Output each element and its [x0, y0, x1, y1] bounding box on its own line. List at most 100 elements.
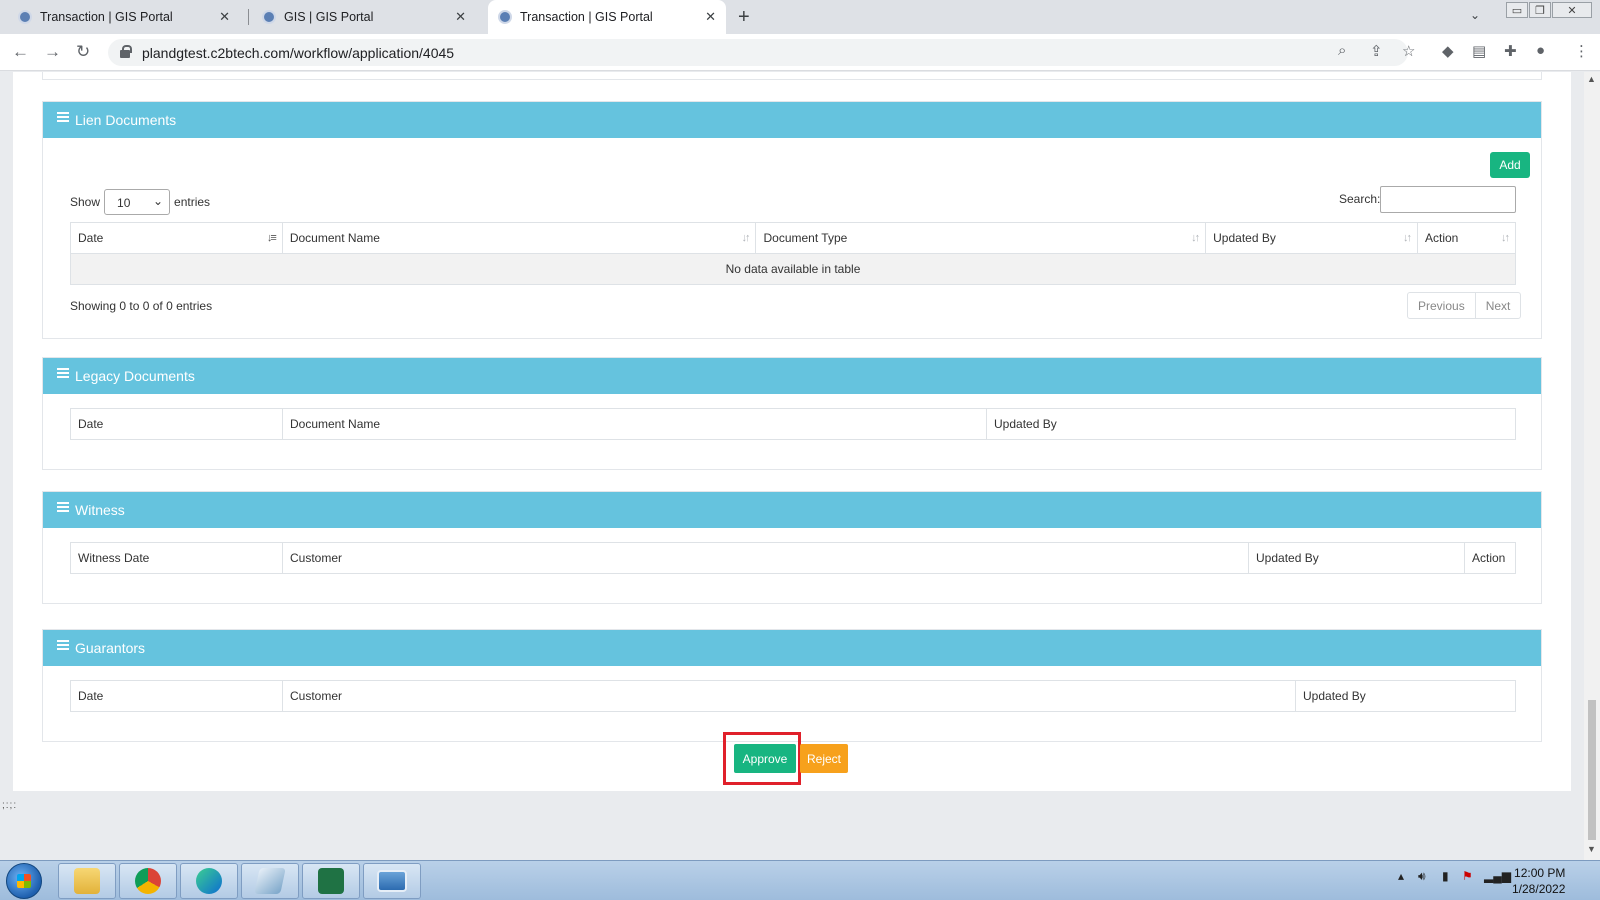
witness-panel: Witness Witness Date Customer Updated By…: [42, 491, 1542, 604]
column-header-updated-by: Updated By: [986, 408, 1516, 440]
new-tab-button[interactable]: +: [738, 6, 750, 29]
scrollbar-thumb[interactable]: [1588, 700, 1596, 840]
sort-icon: ↓↑: [1501, 232, 1510, 244]
zoom-icon[interactable]: ⌕: [1338, 42, 1346, 59]
browser-tab-3-active[interactable]: Transaction | GIS Portal ✕: [488, 0, 726, 34]
search-label: Search:: [1339, 192, 1381, 206]
system-clock[interactable]: 12:00 PM 1/28/2022: [1512, 865, 1565, 897]
restore-window-icon[interactable]: ❐: [1529, 2, 1551, 18]
sort-desc-icon: ↓≡: [266, 232, 277, 244]
close-window-icon[interactable]: ✕: [1552, 2, 1592, 18]
profile-avatar-icon[interactable]: ●: [1536, 42, 1545, 59]
table-row: No data available in table: [70, 253, 1516, 285]
browser-menu-icon[interactable]: ⋮: [1574, 42, 1589, 60]
photo-viewer-icon: [377, 870, 407, 892]
footer-dots: ;:;:: [2, 800, 18, 811]
extension-shield-icon[interactable]: ◆: [1442, 42, 1454, 60]
column-header-updated-by[interactable]: Updated By ↓↑: [1205, 222, 1418, 254]
entries-per-page-select[interactable]: 10 ⌄: [104, 189, 171, 215]
reject-button[interactable]: Reject: [800, 744, 848, 773]
clock-date: 1/28/2022: [1512, 882, 1566, 896]
reload-icon[interactable]: ↻: [76, 42, 90, 62]
browser-tab-1[interactable]: Transaction | GIS Portal ✕: [8, 0, 240, 34]
column-header-updated-by: Updated By: [1248, 542, 1465, 574]
legacy-documents-panel: Legacy Documents Date Document Name Upda…: [42, 357, 1542, 470]
clock-time: 12:00 PM: [1514, 866, 1566, 880]
previous-page-button[interactable]: Previous: [1408, 293, 1475, 318]
column-header-customer: Customer: [282, 680, 1296, 712]
column-header-document-type[interactable]: Document Type ↓↑: [755, 222, 1207, 254]
table-header-row: Witness Date Customer Updated By Action: [70, 542, 1516, 574]
browser-tab-2[interactable]: GIS | GIS Portal ✕: [252, 0, 476, 34]
guarantors-panel: Guarantors Date Customer Updated By: [42, 629, 1542, 742]
close-tab-icon[interactable]: ✕: [705, 9, 716, 25]
close-tab-icon[interactable]: ✕: [219, 9, 230, 25]
list-icon: [57, 502, 69, 512]
folder-icon: [74, 868, 100, 894]
tab-title: Transaction | GIS Portal: [40, 10, 173, 24]
witness-header: Witness: [43, 492, 1541, 528]
column-header-date[interactable]: Date ↓≡: [70, 222, 283, 254]
close-tab-icon[interactable]: ✕: [455, 9, 466, 25]
back-arrow-icon[interactable]: ←: [12, 42, 29, 62]
previous-panel-bottom: [42, 72, 1542, 80]
table-header-row: Date Customer Updated By: [70, 680, 1516, 712]
page-scrollbar[interactable]: ▲ ▼: [1584, 72, 1600, 860]
panel-title: Guarantors: [75, 640, 146, 656]
taskbar-file-explorer[interactable]: [58, 863, 116, 899]
share-icon[interactable]: ⇪: [1370, 42, 1383, 60]
legacy-documents-header: Legacy Documents: [43, 358, 1541, 394]
panel-title: Witness: [75, 502, 125, 518]
taskbar-chrome[interactable]: [119, 863, 177, 899]
table-info-text: Showing 0 to 0 of 0 entries: [70, 299, 213, 313]
lien-documents-header: Lien Documents: [43, 102, 1541, 138]
tab-title: Transaction | GIS Portal: [520, 10, 653, 24]
clipboard-extension-icon[interactable]: ▤: [1472, 42, 1486, 60]
taskbar-excel[interactable]: [302, 863, 360, 899]
scroll-down-arrow-icon[interactable]: ▼: [1587, 844, 1596, 854]
table-header-row: Date Document Name Updated By: [70, 408, 1516, 440]
taskbar-photo-viewer[interactable]: [363, 863, 421, 899]
bookmark-star-icon[interactable]: ☆: [1402, 42, 1415, 60]
column-header-document-name[interactable]: Document Name ↓↑: [281, 222, 757, 254]
chevron-down-icon: ⌄: [152, 194, 164, 208]
column-header-date: Date: [70, 680, 283, 712]
entries-per-page-value: 10: [117, 196, 131, 210]
show-hidden-icons-icon[interactable]: ▴: [1398, 869, 1404, 883]
show-label: Show: [70, 195, 101, 209]
guarantors-header: Guarantors: [43, 630, 1541, 666]
table-header-row: Date ↓≡ Document Name ↓↑ Document Type ↓↑ U…: [70, 222, 1516, 254]
empty-table-message: No data available in table: [70, 253, 1516, 285]
search-input[interactable]: [1380, 186, 1516, 213]
scroll-up-arrow-icon[interactable]: ▲: [1587, 74, 1596, 84]
extensions-puzzle-icon[interactable]: ✚: [1504, 42, 1517, 60]
network-signal-icon[interactable]: ▂▄▆: [1484, 869, 1511, 883]
forward-arrow-icon[interactable]: →: [44, 42, 61, 62]
address-bar[interactable]: plandgtest.c2btech.com/workflow/applicat…: [108, 39, 1408, 66]
taskbar-edge[interactable]: [180, 863, 238, 899]
witness-table: Witness Date Customer Updated By Action: [70, 542, 1516, 574]
lien-documents-table: Date ↓≡ Document Name ↓↑ Document Type ↓↑ U…: [70, 222, 1516, 285]
battery-icon[interactable]: ▮: [1442, 869, 1449, 883]
tab-search-chevron-icon[interactable]: ⌄: [1470, 8, 1480, 22]
minimize-window-icon[interactable]: ▭: [1506, 2, 1528, 18]
approve-button[interactable]: Approve: [734, 744, 796, 773]
taskbar-notepad[interactable]: [241, 863, 299, 899]
entries-length-control: Show 10 ⌄ entries: [70, 189, 210, 215]
list-icon: [57, 112, 69, 122]
volume-icon[interactable]: 🔊︎: [1418, 869, 1426, 884]
page-viewport: Lien Documents Add Show 10 ⌄ entries Sea…: [0, 72, 1584, 860]
action-center-flag-icon[interactable]: ⚑: [1462, 869, 1473, 883]
windows-start-button[interactable]: [6, 863, 42, 899]
notepad-icon: [254, 868, 286, 894]
windows-taskbar: ▴ 🔊︎ ▮ ⚑ ▂▄▆ 12:00 PM 1/28/2022: [0, 860, 1600, 900]
pagination: Previous Next: [1407, 292, 1522, 319]
column-header-action[interactable]: Action ↓↑: [1417, 222, 1516, 254]
panel-title: Legacy Documents: [75, 368, 195, 384]
column-header-action: Action: [1464, 542, 1516, 574]
next-page-button[interactable]: Next: [1474, 293, 1521, 318]
sort-icon: ↓↑: [741, 232, 750, 244]
gis-portal-favicon-icon: [498, 10, 512, 24]
url-text: plandgtest.c2btech.com/workflow/applicat…: [142, 45, 455, 61]
add-lien-document-button[interactable]: Add: [1490, 152, 1530, 178]
